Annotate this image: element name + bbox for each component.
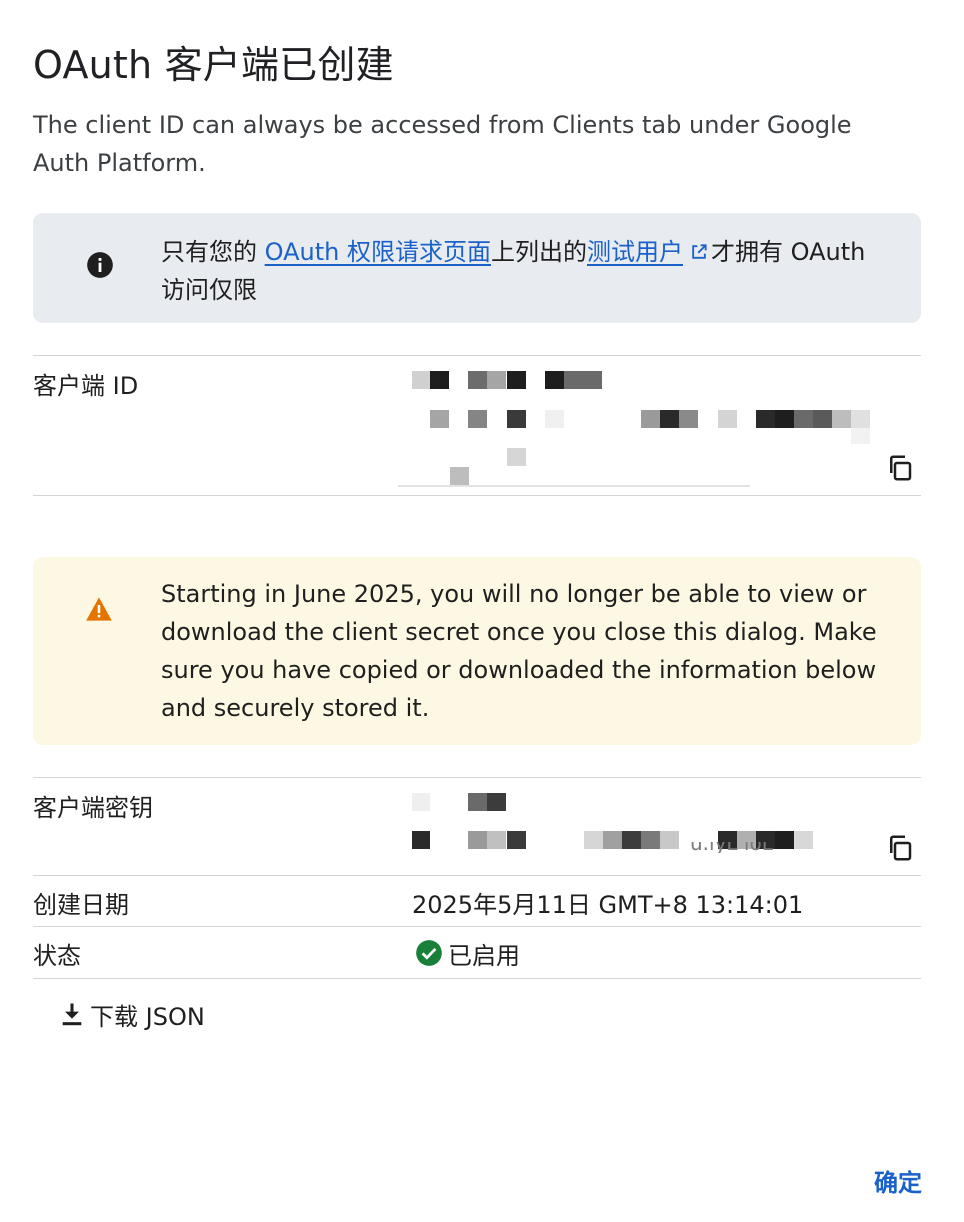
created-date-label: 创建日期 bbox=[33, 891, 129, 919]
info-notice-text: 只有您的 OAuth 权限请求页面上列出的测试用户 才拥有 OAuth 访问仅限 bbox=[161, 233, 891, 309]
download-json-button[interactable]: 下载 JSON bbox=[58, 996, 205, 1032]
client-secret-label: 客户端密钥 bbox=[33, 794, 153, 822]
divider bbox=[33, 978, 921, 979]
divider bbox=[33, 355, 921, 356]
warning-icon bbox=[86, 597, 112, 621]
download-icon bbox=[62, 1003, 82, 1026]
download-json-label: 下载 JSON bbox=[90, 1002, 205, 1031]
test-users-link[interactable]: 测试用户 bbox=[587, 238, 683, 266]
check-circle-icon bbox=[416, 940, 442, 966]
client-id-label: 客户端 ID bbox=[33, 372, 139, 400]
consent-screen-link[interactable]: OAuth 权限请求页面 bbox=[265, 238, 491, 266]
external-link-icon bbox=[692, 244, 707, 259]
info-notice: 只有您的 OAuth 权限请求页面上列出的测试用户 才拥有 OAuth 访问仅限 bbox=[33, 213, 921, 323]
info-icon bbox=[87, 252, 113, 278]
dialog-title: OAuth 客户端已创建 bbox=[33, 43, 394, 87]
status-value: 已启用 bbox=[448, 942, 520, 970]
divider bbox=[33, 777, 921, 778]
info-notice-prefix: 只有您的 bbox=[161, 238, 265, 266]
warning-text: Starting in June 2025, you will no longe… bbox=[161, 580, 877, 722]
status-label: 状态 bbox=[33, 942, 81, 970]
test-users-link-label: 测试用户 bbox=[587, 238, 683, 266]
divider bbox=[33, 495, 921, 496]
divider bbox=[33, 875, 921, 876]
warning-notice: Starting in June 2025, you will no longe… bbox=[33, 557, 921, 745]
created-date-value: 2025年5月11日 GMT+8 13:14:01 bbox=[412, 891, 804, 919]
dialog-subtitle: The client ID can always be accessed fro… bbox=[33, 111, 852, 177]
ok-button[interactable]: 确定 bbox=[874, 1163, 922, 1198]
copy-client-id-button[interactable] bbox=[885, 453, 915, 483]
divider bbox=[33, 926, 921, 927]
copy-client-secret-button[interactable] bbox=[885, 833, 915, 863]
info-notice-middle: 上列出的 bbox=[491, 238, 587, 266]
